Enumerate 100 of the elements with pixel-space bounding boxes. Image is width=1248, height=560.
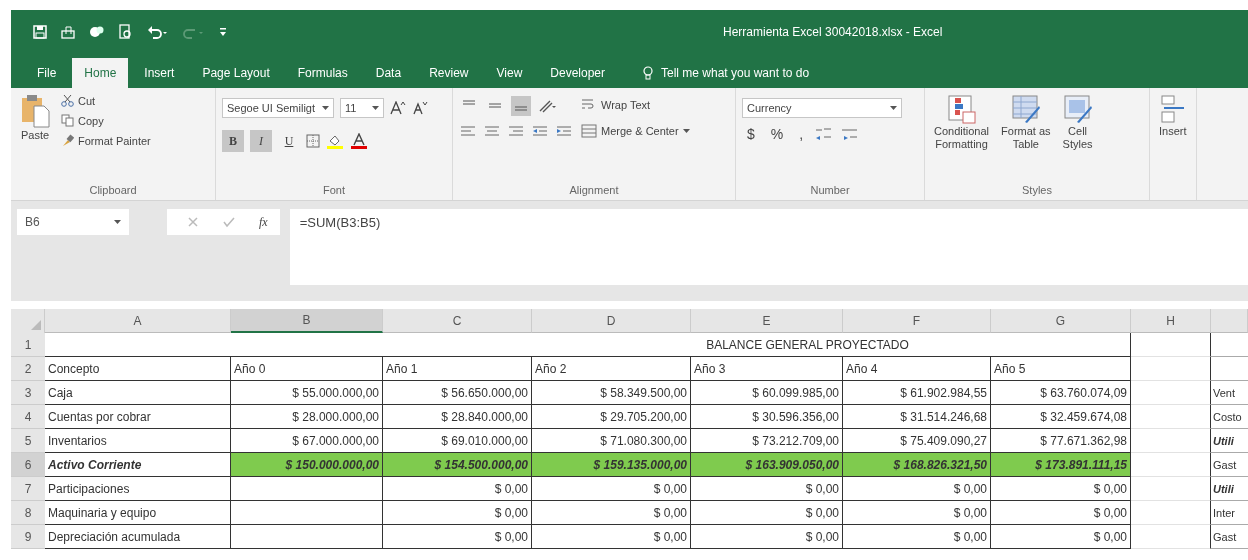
- ribbon-tab[interactable]: View: [484, 58, 535, 88]
- currency-button[interactable]: $: [742, 126, 760, 142]
- table-cell: $ 0,00: [691, 477, 843, 501]
- format-as-table-button[interactable]: Format as Table: [998, 92, 1054, 184]
- column-header[interactable]: E: [691, 309, 843, 333]
- format-painter-button[interactable]: Format Painter: [59, 132, 153, 149]
- decrease-font-size-icon[interactable]: [412, 101, 428, 115]
- table-cell: $ 61.902.984,55: [843, 381, 991, 405]
- column-header[interactable]: H: [1131, 309, 1211, 333]
- undo-icon[interactable]: [147, 25, 169, 39]
- ribbon-tab[interactable]: Insert: [132, 58, 187, 88]
- lightbulb-icon: [643, 66, 653, 80]
- font-style-button[interactable]: U: [278, 130, 300, 152]
- vertical-align-icon[interactable]: [511, 96, 531, 116]
- fill-color-icon[interactable]: [326, 133, 344, 149]
- ribbon-tab[interactable]: Developer: [538, 58, 617, 88]
- align-center-icon[interactable]: [483, 124, 501, 138]
- font-name-field[interactable]: Segoe UI Semiligt: [222, 98, 334, 118]
- save-icon[interactable]: [33, 25, 47, 39]
- decrease-indent-icon[interactable]: [531, 124, 549, 138]
- name-box[interactable]: B6: [17, 209, 129, 235]
- wrap-text-button[interactable]: Wrap Text: [579, 96, 692, 114]
- table-cell: $ 58.349.500,00: [532, 381, 691, 405]
- font-size-field[interactable]: 11: [340, 98, 384, 118]
- checkmark-icon[interactable]: [223, 216, 235, 228]
- table-cell: $ 29.705.200,00: [532, 405, 691, 429]
- ribbon-tab[interactable]: Data: [363, 58, 414, 88]
- font-color-icon[interactable]: [350, 133, 368, 149]
- table-cell: Inter: [1211, 501, 1248, 525]
- cut-button[interactable]: Cut: [59, 92, 153, 109]
- ribbon-tab[interactable]: File: [25, 58, 69, 88]
- column-header[interactable]: D: [532, 309, 691, 333]
- table-cell: Participaciones: [45, 477, 231, 501]
- corner-triangle-icon: [31, 320, 41, 330]
- cell-styles-button[interactable]: Cell Styles: [1059, 92, 1096, 184]
- column-header[interactable]: C: [383, 309, 532, 333]
- text-orientation-icon[interactable]: [537, 98, 557, 114]
- cancel-icon[interactable]: [187, 216, 199, 228]
- row-header[interactable]: 5: [11, 429, 45, 453]
- wrap-text-icon: [581, 98, 597, 112]
- caret-icon: [372, 106, 379, 110]
- ribbon-tab[interactable]: Formulas: [285, 58, 360, 88]
- align-left-icon[interactable]: [459, 124, 477, 138]
- tell-me-field[interactable]: Tell me what you want to do: [659, 65, 893, 81]
- ribbon-tab[interactable]: Home: [72, 58, 129, 88]
- font-style-button[interactable]: B: [222, 130, 244, 152]
- ribbon-tab[interactable]: Page Layout: [190, 58, 282, 88]
- table-cell: $ 0,00: [532, 501, 691, 525]
- row-header[interactable]: 3: [11, 381, 45, 405]
- print-preview-icon[interactable]: [119, 24, 133, 40]
- table-cell: Utili: [1211, 477, 1248, 501]
- comma-button[interactable]: ,: [794, 126, 809, 142]
- row-header[interactable]: 8: [11, 501, 45, 525]
- row-header[interactable]: 1: [11, 333, 45, 357]
- table-cell: Inventarios: [45, 429, 231, 453]
- row-header[interactable]: 9: [11, 525, 45, 549]
- table-cell: Año 5: [991, 357, 1131, 381]
- customize-icon[interactable]: [219, 26, 227, 38]
- paintbrush-icon: [61, 134, 74, 147]
- align-right-icon[interactable]: [507, 124, 525, 138]
- increase-font-size-icon[interactable]: [390, 101, 406, 115]
- table-cell: $ 0,00: [383, 525, 532, 549]
- merge-center-button[interactable]: Merge & Center: [579, 122, 692, 140]
- insert-function-button[interactable]: fx: [259, 214, 268, 230]
- copy-button[interactable]: Copy: [59, 112, 153, 129]
- font-style-button[interactable]: I: [250, 130, 272, 152]
- table-cell: $ 0,00: [383, 477, 532, 501]
- table-cell: $ 28.840.000,00: [383, 405, 532, 429]
- ribbon-tab[interactable]: Review: [417, 58, 481, 88]
- table-cell: $ 60.099.985,00: [691, 381, 843, 405]
- percent-button[interactable]: %: [765, 126, 789, 142]
- table-cell: Año 0: [231, 357, 383, 381]
- paste-button[interactable]: Paste: [17, 92, 53, 184]
- row-header[interactable]: 2: [11, 357, 45, 381]
- number-format-field[interactable]: Currency: [742, 98, 902, 118]
- column-header[interactable]: F: [843, 309, 991, 333]
- column-header[interactable]: G: [991, 309, 1131, 333]
- table-cell: Depreciación acumulada: [45, 525, 231, 549]
- row-header[interactable]: 7: [11, 477, 45, 501]
- borders-icon[interactable]: [306, 134, 320, 148]
- table-cell: $ 63.760.074,09: [991, 381, 1131, 405]
- column-header[interactable]: B: [231, 309, 383, 333]
- table-cell: Año 2: [532, 357, 691, 381]
- table-cell: $ 32.459.674,08: [991, 405, 1131, 429]
- table-cell: $ 0,00: [532, 525, 691, 549]
- table-cell: Utili: [1211, 429, 1248, 453]
- table-cell: $ 0,00: [991, 501, 1131, 525]
- table-cell: $ 56.650.000,00: [383, 381, 532, 405]
- table-cell: $ 168.826.321,50: [843, 453, 991, 477]
- insert-cells-button[interactable]: Insert: [1156, 92, 1190, 200]
- table-cell: $ 0,00: [843, 501, 991, 525]
- table-cell: $ 159.135.000,00: [532, 453, 691, 477]
- column-header[interactable]: [1211, 309, 1248, 333]
- row-header[interactable]: 6: [11, 453, 45, 477]
- increase-indent-icon[interactable]: [555, 124, 573, 138]
- table-cell: $ 154.500.000,00: [383, 453, 532, 477]
- row-header[interactable]: 4: [11, 405, 45, 429]
- formula-field[interactable]: =SUM(B3:B5): [289, 209, 1248, 285]
- conditional-formatting-button[interactable]: Conditional Formatting: [931, 92, 993, 184]
- table-cell: $ 28.000.000,00: [231, 405, 383, 429]
